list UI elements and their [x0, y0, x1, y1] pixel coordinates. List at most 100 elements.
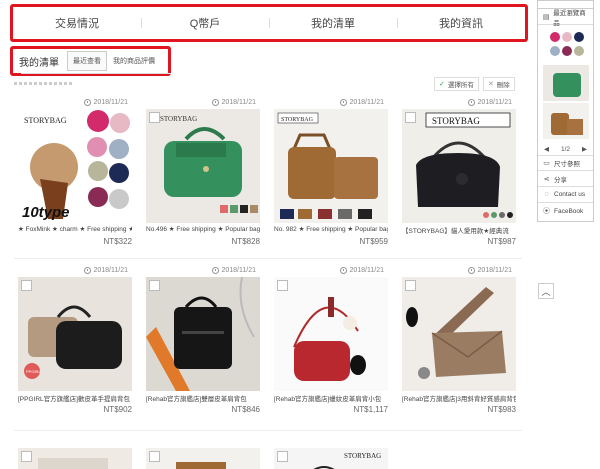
product-name[interactable]: ★ FoxMink ★ charm ★ Free shipping ★ FoxM…: [18, 225, 132, 233]
select-checkbox[interactable]: [149, 451, 160, 462]
product-name[interactable]: [Rehab官方旗艦店]3用斜背好質感肩背包: [402, 393, 516, 403]
panel-header: ▤ 最近瀏覽商品: [538, 9, 593, 27]
x-icon: ✕: [487, 81, 494, 88]
next-page-button[interactable]: ▶: [582, 145, 587, 153]
product-name[interactable]: No.496 ★ Free shipping ★ Popular bag: [146, 225, 260, 233]
brand-logo: STORYBAG: [432, 116, 480, 126]
clock-icon: [340, 99, 348, 106]
brand-logo: STORYBAG: [160, 115, 197, 123]
clock-icon: [340, 267, 348, 274]
panel-title: 最近瀏覽商品: [553, 9, 586, 27]
viewed-date: 2018/11/21: [84, 267, 128, 274]
clock-icon: [84, 267, 92, 274]
select-checkbox[interactable]: [405, 112, 416, 123]
clock-icon: [84, 99, 92, 106]
tab-q-account[interactable]: Q幣戶: [141, 15, 269, 31]
product-price: NT$846: [231, 405, 260, 414]
product-image[interactable]: STORYBAG: [274, 109, 388, 223]
tab-transactions[interactable]: 交易情況: [13, 15, 141, 31]
page-indicator: 1/2: [560, 145, 571, 153]
product-name[interactable]: 【STORYBAG】貓人愛用款★經典流: [402, 225, 516, 235]
location-icon: ⦿: [543, 208, 550, 215]
ppgirl-badge: PPGIRL: [26, 369, 41, 374]
ruler-icon: ▭: [543, 160, 550, 167]
product-image[interactable]: STORYBAG: [274, 448, 388, 469]
account-top-tabs: 交易情況 Q幣戶 我的清單 我的資訊: [10, 4, 528, 42]
recent-thumb[interactable]: [543, 65, 589, 101]
tab-my-info[interactable]: 我的資訊: [397, 15, 525, 31]
viewed-date: 2018/11/21: [212, 99, 256, 106]
product-name[interactable]: [PPGIRL官方旗艦店]歡皮革手提肩背包: [18, 393, 132, 403]
product-name[interactable]: [Rehab官方旗艦店]雙層皮革肩背包: [146, 393, 260, 403]
select-checkbox[interactable]: [277, 280, 288, 291]
contact-link[interactable]: ◌ Contact us: [538, 187, 593, 203]
select-checkbox[interactable]: [405, 280, 416, 291]
select-checkbox[interactable]: [277, 451, 288, 462]
share-link[interactable]: ⋖ 分享: [538, 171, 593, 187]
recent-thumb[interactable]: [543, 27, 589, 63]
prev-page-button[interactable]: ◀: [544, 145, 549, 153]
tab-my-list[interactable]: 我的清單: [269, 15, 397, 31]
my-list-subnav: 我的清單 最近查看 我的商品評價: [10, 46, 171, 76]
select-checkbox[interactable]: [149, 112, 160, 123]
clock-icon: [468, 99, 476, 106]
check-icon: ✓: [439, 81, 445, 88]
product-name[interactable]: [Rehab官方旗艦店]蠟紋皮革肩背小包: [274, 393, 388, 403]
delete-button[interactable]: ✕ 刪除: [482, 77, 515, 91]
back-to-top-button[interactable]: ︿: [538, 283, 554, 299]
viewed-date: 2018/11/21: [340, 267, 384, 274]
product-price: NT$959: [359, 237, 388, 246]
recent-thumbnails: [538, 25, 593, 143]
product-price: NT$828: [231, 237, 260, 246]
clock-icon: [212, 99, 220, 106]
product-image[interactable]: [402, 277, 516, 391]
product-image[interactable]: STORYBAG: [402, 109, 516, 223]
product-price: NT$322: [103, 237, 132, 246]
document-icon: ▤: [542, 13, 550, 21]
tab-recently-viewed[interactable]: 最近查看: [67, 51, 107, 71]
facebook-link[interactable]: ⦿ FaceBook: [538, 203, 593, 219]
viewed-date: 2018/11/21: [212, 267, 256, 274]
ten-type-label: 10type: [22, 204, 70, 221]
product-image[interactable]: [18, 448, 132, 469]
divider: [14, 258, 522, 259]
thumb-pager: ◀ 1/2 ▶: [538, 143, 593, 155]
select-checkbox[interactable]: [149, 280, 160, 291]
viewed-date: 2018/11/21: [84, 99, 128, 106]
size-chart-link[interactable]: ▭ 尺寸參照: [538, 155, 593, 171]
divider: [14, 82, 74, 85]
chat-icon: ◌: [544, 191, 549, 198]
select-checkbox[interactable]: [21, 280, 32, 291]
product-image[interactable]: [146, 448, 260, 469]
viewed-date: 2018/11/21: [340, 99, 384, 106]
product-price: NT$1,117: [353, 405, 388, 414]
select-checkbox[interactable]: [21, 451, 32, 462]
product-image[interactable]: STORYBAG: [146, 109, 260, 223]
brand-logo: STORYBAG: [281, 117, 314, 123]
chevron-up-icon: ︿: [541, 286, 551, 297]
product-image[interactable]: PPGIRL: [18, 277, 132, 391]
brand-logo: STORYBAG: [344, 452, 381, 460]
divider: [21, 73, 171, 74]
viewed-date: 2018/11/21: [468, 267, 512, 274]
product-name[interactable]: No. 982 ★ Free shipping ★ Popular bag: [274, 225, 388, 233]
brand-logo: STORYBAG: [24, 116, 67, 125]
product-image[interactable]: STORYBAG 10type: [18, 109, 132, 223]
product-image[interactable]: [274, 277, 388, 391]
product-price: NT$983: [487, 405, 516, 414]
section-title: 我的清單: [19, 57, 59, 69]
product-price: NT$902: [103, 405, 132, 414]
recently-viewed-panel: ▤ 最近瀏覽商品 ◀ 1/2 ▶ ▭ 尺寸參照 ⋖ 分享 ◌ Contact u…: [537, 0, 594, 222]
divider: [14, 430, 522, 431]
clock-icon: [468, 267, 476, 274]
select-all-button[interactable]: ✓ 選擇所有: [434, 77, 479, 91]
tab-my-reviews[interactable]: 我的商品評價: [107, 51, 161, 71]
viewed-date: 2018/11/21: [468, 99, 512, 106]
list-actions: ✓ 選擇所有 ✕ 刪除: [434, 77, 515, 91]
recent-thumb[interactable]: [543, 103, 589, 139]
product-price: NT$987: [487, 237, 516, 246]
share-icon: ⋖: [543, 175, 550, 183]
product-image[interactable]: [146, 277, 260, 391]
delete-label: 刪除: [496, 82, 510, 89]
select-all-label: 選擇所有: [447, 82, 474, 89]
